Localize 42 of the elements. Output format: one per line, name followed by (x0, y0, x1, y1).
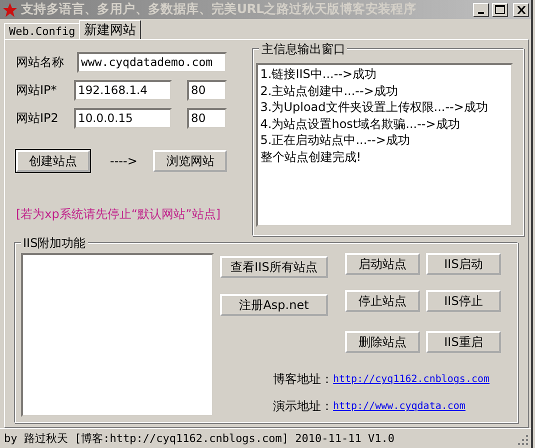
create-site-button[interactable]: 创建站点 (16, 150, 90, 172)
log-line: 3.为Upload文件夹设置上传权限...-->成功 (260, 99, 489, 116)
log-line: 整个站点创建完成! (260, 148, 362, 166)
field-label: 网站IP* (16, 82, 58, 99)
input-field[interactable]: 80 (187, 80, 227, 101)
status-text: by 路过秋天 [博客:http://cyq1162.cnblogs.com] 2010-11-11 V1.0 (4, 431, 395, 446)
tab[interactable]: 新建网站 (79, 20, 142, 40)
log-line: 5.正在启动站点中...-->成功 (260, 132, 411, 149)
input-field[interactable]: www.cyqdatademo.com (77, 52, 227, 73)
input-field[interactable]: 192.168.1.4 (74, 80, 172, 101)
action-button[interactable]: IIS重启 (426, 331, 501, 354)
action-button[interactable]: 删除站点 (345, 331, 420, 354)
site-list[interactable] (21, 253, 214, 418)
resize-grip-icon[interactable] (517, 434, 529, 446)
log-line: 4.为站点设置host域名欺骗...-->成功 (260, 116, 461, 132)
star-icon (2, 2, 18, 18)
input-field[interactable]: 10.0.0.15 (74, 108, 172, 129)
field-label: 网站IP2 (16, 110, 60, 127)
action-button[interactable]: 启动站点 (345, 253, 420, 276)
log-line: 2.主站点创建中...-->成功 (260, 82, 399, 100)
url-link[interactable]: http://cyq1162.cnblogs.com (333, 374, 490, 386)
action-button[interactable]: 查看IIS所有站点 (220, 256, 328, 278)
minimize-icon (478, 12, 484, 14)
link-label: 演示地址： (273, 398, 333, 416)
minimize-button[interactable] (473, 2, 489, 17)
field-label: 网站名称 (16, 54, 65, 71)
arrow-text: ----> (110, 154, 138, 168)
log-line: 1.链接IIS中...-->成功 (260, 66, 378, 83)
warning-note: [若为xp系统请先停止“默认网站”站点] (16, 206, 222, 224)
action-button[interactable]: IIS停止 (426, 290, 501, 312)
action-button[interactable]: 停止站点 (345, 290, 420, 312)
maximize-button[interactable] (492, 2, 508, 17)
tab[interactable]: Web.Config (4, 23, 80, 40)
close-button[interactable] (513, 2, 529, 17)
url-link[interactable]: http://www.cyqdata.com (333, 401, 466, 412)
close-icon (516, 6, 526, 14)
action-button[interactable]: IIS启动 (426, 253, 501, 276)
browse-site-button[interactable]: 浏览网站 (153, 150, 228, 172)
maximize-icon (495, 5, 505, 14)
link-label: 博客地址： (273, 371, 333, 388)
input-field[interactable]: 80 (187, 108, 227, 129)
action-button[interactable]: 注册Asp.net (220, 294, 328, 316)
